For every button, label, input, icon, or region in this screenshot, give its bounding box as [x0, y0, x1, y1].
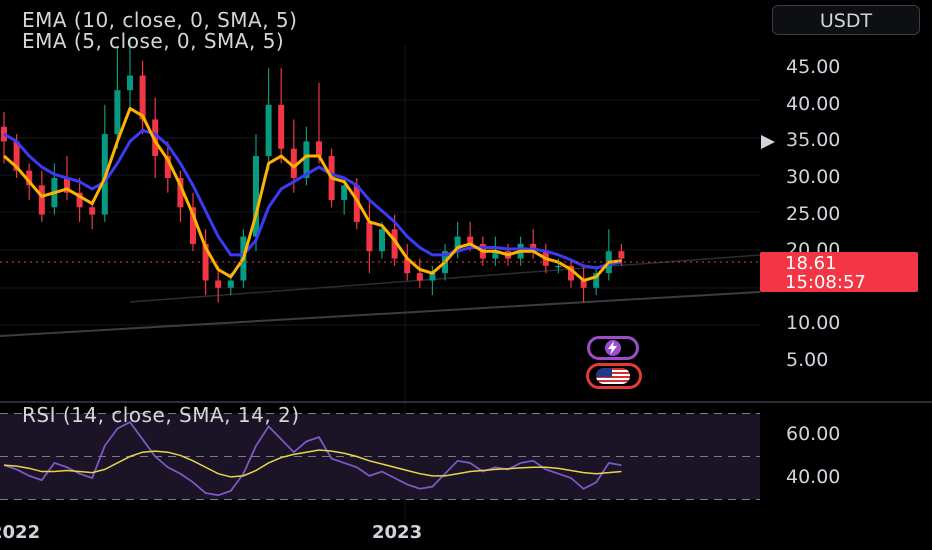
- candle-body: [379, 229, 385, 252]
- candle-body: [38, 185, 45, 215]
- price-tick-label: 25.00: [786, 202, 841, 225]
- price-tick-label: 40.00: [786, 92, 841, 115]
- candle-body: [89, 207, 96, 215]
- ema-10-line: [3, 128, 622, 270]
- us-flag-badge[interactable]: [586, 363, 642, 389]
- candle-body: [265, 104, 272, 157]
- candle-body: [555, 265, 562, 268]
- candle-body: [618, 251, 625, 259]
- us-flag-icon: [596, 368, 630, 384]
- support-trendline: [0, 291, 761, 337]
- bar-countdown: 15:08:57: [785, 272, 866, 293]
- candle-body: [215, 280, 222, 288]
- price-tick-label: 35.00: [786, 129, 841, 152]
- chart-root: EMA (10, close, 0, SMA, 5) EMA (5, close…: [0, 0, 932, 550]
- price-tick-label: 45.00: [786, 56, 841, 79]
- price-tick-label: 10.00: [786, 312, 841, 335]
- candle-body: [416, 273, 423, 281]
- currency-button[interactable]: USDT: [772, 5, 920, 35]
- time-tick-label: 2022: [0, 522, 41, 543]
- candle-body: [366, 221, 373, 252]
- price-tick-label: 30.00: [786, 166, 841, 188]
- price-marker-icon: [761, 135, 775, 149]
- ema-5-legend[interactable]: EMA (5, close, 0, SMA, 5): [22, 29, 284, 53]
- price-tick-label: 5.00: [786, 349, 829, 371]
- rsi-legend[interactable]: RSI (14, close, SMA, 14, 2): [22, 403, 300, 427]
- trend-lines: [0, 254, 761, 337]
- current-price-value: 18.61: [785, 253, 837, 274]
- candle-body: [278, 104, 285, 149]
- lightning-icon: [605, 340, 621, 356]
- rsi-tick-label: 40.00: [786, 466, 841, 488]
- current-price-label: 18.61 15:08:57: [760, 252, 918, 293]
- candle-body: [316, 141, 322, 157]
- candle-body: [341, 185, 348, 200]
- candle-body: [114, 90, 121, 135]
- ema-5-line: [3, 106, 622, 282]
- ema-lines: [3, 106, 622, 282]
- lightning-badge[interactable]: [587, 336, 639, 360]
- rsi-tick-label: 60.00: [786, 423, 841, 445]
- candle-body: [127, 75, 133, 91]
- time-tick-label: 2023: [372, 522, 423, 543]
- candle-body: [227, 280, 234, 288]
